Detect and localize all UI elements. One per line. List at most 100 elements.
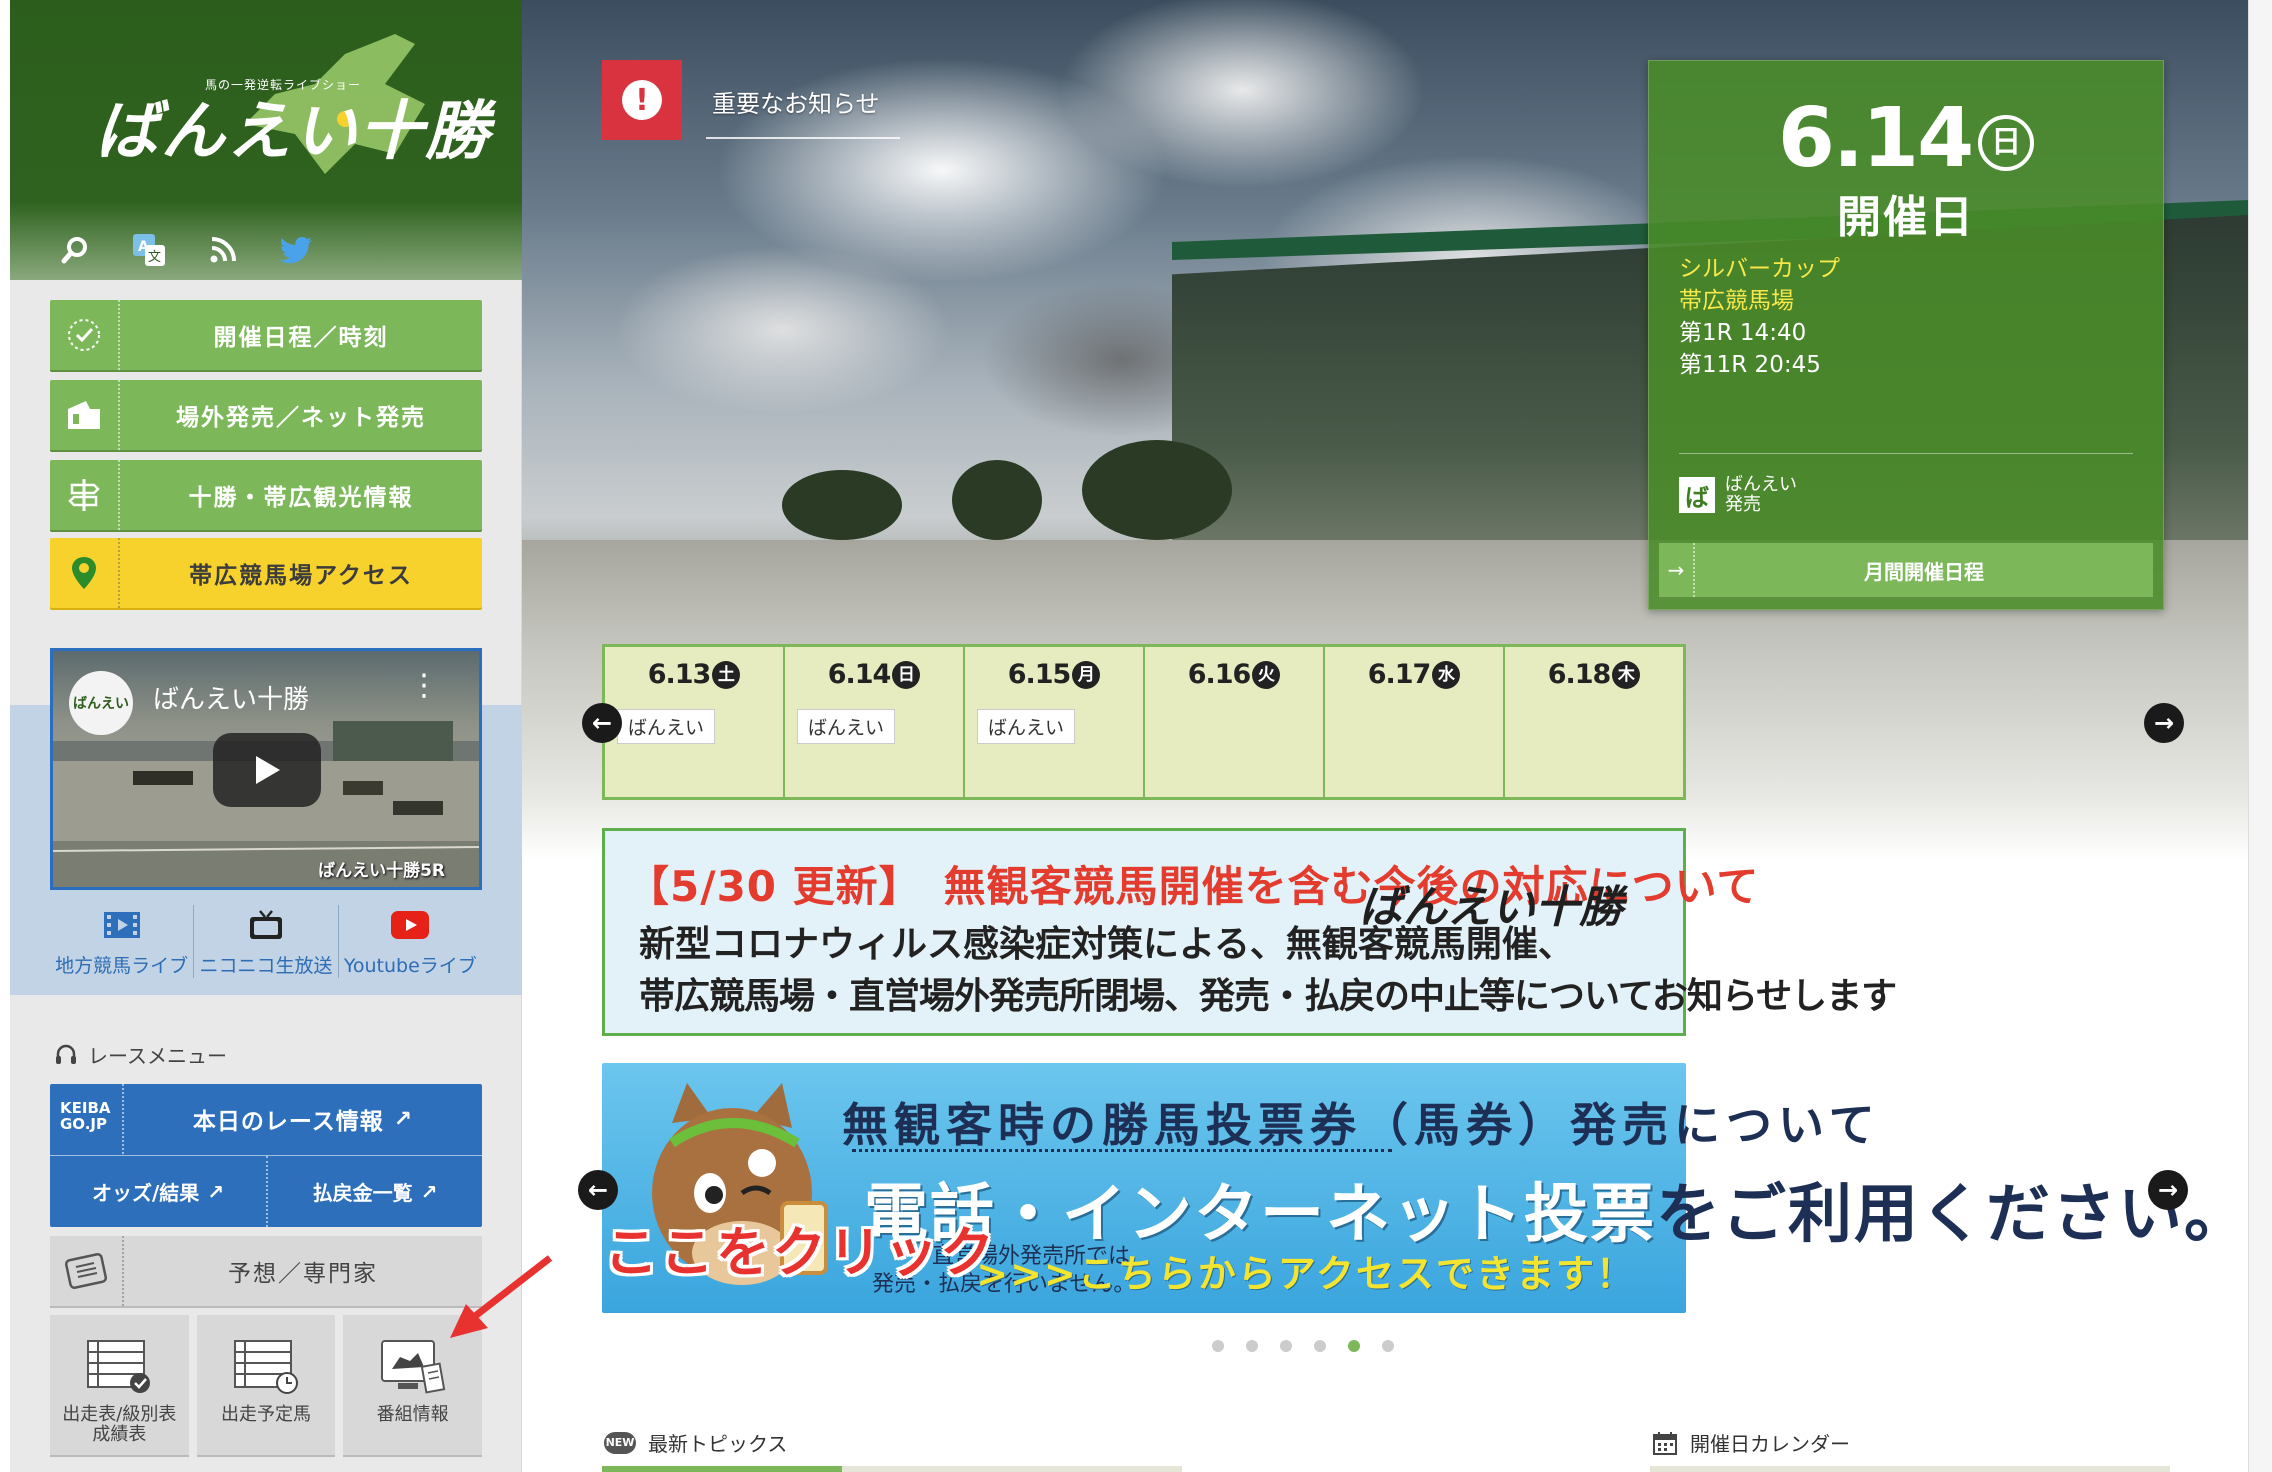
banei-tag: ばんえい xyxy=(617,709,716,744)
race-card-label-line1: 出走表/級別表 xyxy=(62,1404,177,1425)
program-info-icon xyxy=(380,1315,446,1399)
translate-icon[interactable]: A文 xyxy=(129,230,169,270)
tv-icon xyxy=(194,905,337,945)
nav-tourism-button[interactable]: 十勝・帯広観光情報 xyxy=(50,460,482,530)
betting-access-link[interactable]: >>>こちらからアクセスできます！ xyxy=(976,1243,1636,1298)
expert-prediction-label: 予想／専門家 xyxy=(228,1261,378,1287)
rss-icon[interactable] xyxy=(203,230,243,270)
banner-logo: ばんえい十勝 xyxy=(1359,882,1623,933)
covid-notice-line2: 帯広競馬場・直営場外発売所閉場、発売・払戻の中止等についてお知らせします xyxy=(639,976,1897,1017)
svg-text:文: 文 xyxy=(148,250,161,265)
nav-schedule-button[interactable]: 開催日程／時刻 xyxy=(50,300,482,370)
play-icon xyxy=(256,756,280,784)
today-race-info-link[interactable]: 本日のレース情報 ↗ xyxy=(124,1084,482,1154)
channel-logo: ばんえい xyxy=(69,671,133,735)
youtube-icon xyxy=(339,905,482,945)
last-race-time: 第11R 20:45 xyxy=(1679,352,1821,378)
carousel-dot[interactable] xyxy=(1246,1340,1258,1352)
calendar-day-date: 6.16 火 xyxy=(1145,659,1323,690)
external-link-icon: ↗ xyxy=(207,1179,225,1204)
twitter-icon[interactable] xyxy=(277,230,317,270)
race-tiles: 出走表/級別表 成績表 出走予定馬 番組情報 xyxy=(50,1315,483,1455)
monthly-schedule-label: 月間開催日程 xyxy=(1864,559,1984,584)
divider xyxy=(1679,453,2133,454)
betting-headline: 無観客時の勝馬投票券（馬券）発売について xyxy=(842,1098,1881,1152)
banei-tag: ばんえい xyxy=(797,709,896,744)
payout-list-link[interactable]: 払戻金一覧 ↗ xyxy=(266,1156,482,1227)
race-menu-title: レースメニュー xyxy=(88,1044,227,1068)
monthly-schedule-button[interactable]: → 月間開催日程 xyxy=(1659,543,2153,597)
sidebar-header: 馬の一発逆転ライブショー ばんえい十勝 A文 xyxy=(10,0,522,280)
live-link-chihou-label: 地方競馬ライブ xyxy=(55,955,189,977)
calendar-day-date: 6.13 土 xyxy=(605,659,783,690)
calendar-day[interactable]: 6.16 火 xyxy=(1143,647,1323,797)
carousel-dot[interactable] xyxy=(1314,1340,1326,1352)
race-day-card: 6.14 日 開催日 シルバーカップ 帯広競馬場 第1R 14:40 第11R 2… xyxy=(1648,60,2164,610)
banner-prev-arrow-icon[interactable]: ← xyxy=(578,1170,618,1210)
map-pin-icon xyxy=(50,538,120,608)
betting-main-text: 電話・インターネット投票をご利用ください。 xyxy=(864,1163,2248,1255)
calendar-date-value: 6.18 xyxy=(1547,659,1612,690)
site-logo[interactable]: 馬の一発逆転ライブショー ばんえい十勝 xyxy=(95,24,489,184)
entry-horses-label-line1: 出走予定馬 xyxy=(221,1404,311,1425)
calendar-day[interactable]: 6.13 土 ばんえい xyxy=(605,647,783,797)
calendar-day[interactable]: 6.15 月 ばんえい xyxy=(963,647,1143,797)
page-scrollbar[interactable] xyxy=(2248,0,2272,1472)
odds-results-link[interactable]: オッズ/結果 ↗ xyxy=(50,1156,266,1227)
banei-sale-text: ばんえい 発売 xyxy=(1725,475,1797,515)
race-calendar-heading: 開催日カレンダー xyxy=(1652,1428,1850,1457)
nav-tourism-label: 十勝・帯広観光情報 xyxy=(188,485,414,511)
race-card-tile[interactable]: 出走表/級別表 成績表 xyxy=(50,1315,189,1455)
exclamation-icon: ! xyxy=(622,80,662,120)
more-options-icon[interactable]: ⋮ xyxy=(409,671,439,701)
calendar-icon xyxy=(1653,1431,1677,1455)
program-info-label-line1: 番組情報 xyxy=(376,1404,449,1425)
tree xyxy=(782,470,902,540)
nav-offsite-sales-button[interactable]: 場外発売／ネット発売 xyxy=(50,380,482,450)
live-link-niconico[interactable]: ニコニコ生放送 xyxy=(193,905,337,978)
race-day-info: シルバーカップ 帯広競馬場 第1R 14:40 第11R 20:45 xyxy=(1679,253,1840,381)
important-notice-button[interactable]: ! xyxy=(602,60,682,140)
calendar-day[interactable]: 6.18 木 xyxy=(1503,647,1683,797)
banei-sale-line1: ばんえい xyxy=(1725,474,1797,495)
calendar-day[interactable]: 6.17 水 xyxy=(1323,647,1503,797)
tree xyxy=(952,460,1042,540)
nav-access-button[interactable]: 帯広競馬場アクセス xyxy=(50,538,482,608)
topics-tab-bar xyxy=(842,1466,1182,1472)
covid-notice-banner[interactable]: 【5/30 更新】 無観客競馬開催を含む今後の対応について 新型コロナウィルス感… xyxy=(602,828,1897,1036)
expert-prediction-button[interactable]: 予想／専門家 xyxy=(50,1236,482,1306)
calendar-date-value: 6.13 xyxy=(647,659,712,690)
calendar-tab-bar xyxy=(1650,1466,2170,1472)
carousel-dot[interactable] xyxy=(1280,1340,1292,1352)
play-button[interactable] xyxy=(213,733,321,807)
headset-icon xyxy=(56,1044,76,1064)
live-video-player[interactable]: ばんえい ばんえい十勝 ⋮ ばんえい十勝5R xyxy=(50,648,482,890)
carousel-dot[interactable] xyxy=(1382,1340,1394,1352)
latest-topics-title: 最新トピックス xyxy=(648,1432,788,1456)
click-here-annotation: ここをクリック xyxy=(604,1221,996,1284)
nav-schedule-label: 開催日程／時刻 xyxy=(213,325,389,351)
banner-next-arrow-icon[interactable]: → xyxy=(2148,1170,2188,1210)
nav-access-label: 帯広競馬場アクセス xyxy=(189,563,413,589)
calendar-day[interactable]: 6.14 日 ばんえい xyxy=(783,647,963,797)
entry-horses-tile[interactable]: 出走予定馬 xyxy=(196,1315,336,1455)
entry-horses-label: 出走予定馬 xyxy=(221,1405,311,1425)
important-notice-link[interactable]: 重要なお知らせ xyxy=(712,84,880,119)
banei-sale-badge: ば ばんえい 発売 xyxy=(1679,475,1797,515)
calendar-prev-arrow-icon[interactable]: ← xyxy=(582,703,622,743)
main-content: ! 重要なお知らせ 6.14 日 開催日 シルバーカップ 帯広競馬場 第1R 14… xyxy=(522,0,2248,1472)
calendar-weekday: 月 xyxy=(1072,661,1101,689)
race-venue: 帯広競馬場 xyxy=(1679,288,1794,314)
live-link-youtube-label: Youtubeライブ xyxy=(343,955,477,977)
live-link-chihou[interactable]: 地方競馬ライブ xyxy=(50,905,193,978)
page: 馬の一発逆転ライブショー ばんえい十勝 A文 開催日程／時刻 場外発売／ネット発… xyxy=(0,0,2272,1472)
carousel-dot-active[interactable] xyxy=(1348,1340,1360,1352)
banei-sale-line2: 発売 xyxy=(1725,494,1761,515)
newspaper-icon xyxy=(50,1236,124,1306)
live-link-youtube[interactable]: Youtubeライブ xyxy=(337,905,482,978)
carousel-dot[interactable] xyxy=(1212,1340,1224,1352)
first-race-time: 第1R 14:40 xyxy=(1679,320,1807,346)
calendar-next-arrow-icon[interactable]: → xyxy=(2144,703,2184,743)
search-icon[interactable] xyxy=(55,230,95,270)
calendar-weekday: 木 xyxy=(1612,661,1641,689)
